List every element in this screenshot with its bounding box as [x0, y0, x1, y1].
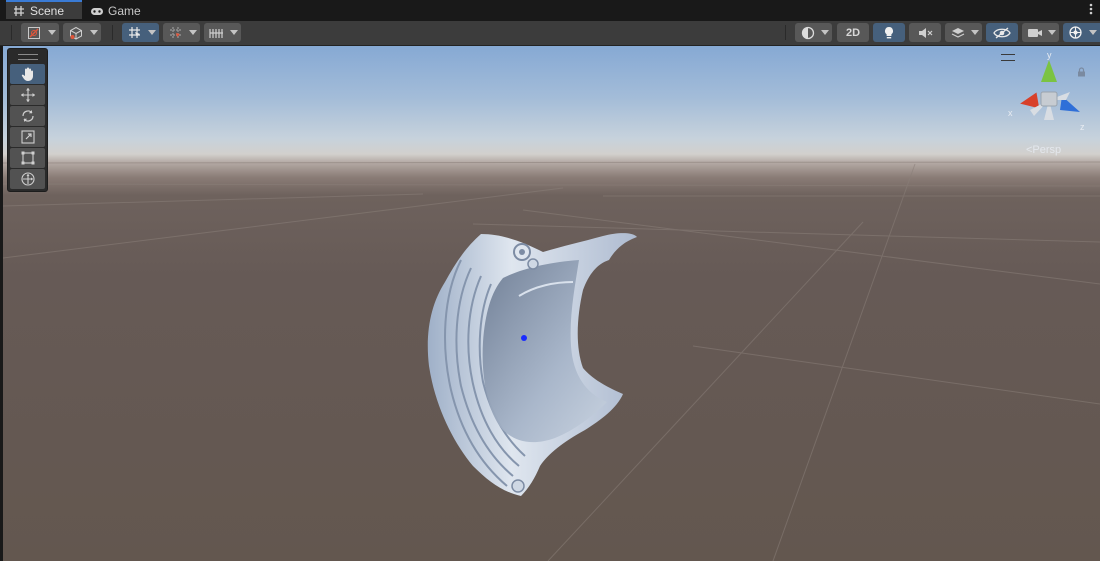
mesh-model[interactable] — [3, 46, 1100, 561]
lighting-toggle[interactable] — [873, 23, 905, 42]
move-tool-button[interactable] — [10, 85, 45, 105]
hand-icon — [21, 67, 33, 81]
grid-snap-icon — [129, 27, 140, 38]
increment-snap-dropdown[interactable] — [163, 23, 200, 42]
snap-increment-icon — [170, 27, 181, 38]
more-options-icon[interactable] — [1086, 2, 1096, 18]
ruler-dropdown[interactable] — [204, 23, 241, 42]
shading-dropdown[interactable] — [795, 23, 832, 42]
unity-scene-editor: Scene Game 2D y x z <Persp — [0, 0, 1100, 561]
projection-label[interactable]: <Persp — [1026, 144, 1061, 156]
rotate-icon — [21, 110, 34, 122]
gizmo-y-label: y — [1047, 52, 1052, 60]
scale-icon — [20, 130, 35, 144]
hand-tool-button[interactable] — [10, 64, 45, 84]
sphere-icon — [801, 26, 814, 39]
gamepad-icon — [90, 4, 104, 18]
gizmo-globe-icon — [1069, 26, 1082, 39]
rect-tool-button[interactable] — [10, 148, 45, 168]
scene-viewport[interactable] — [3, 46, 1100, 561]
scene-toolbar: 2D — [0, 21, 1100, 46]
render-mode-dropdown[interactable] — [63, 23, 101, 42]
tab-scene[interactable]: Scene — [6, 0, 82, 19]
gizmo-z-label: z — [1080, 122, 1085, 132]
layers-icon — [951, 27, 964, 38]
camera-dropdown[interactable] — [1022, 23, 1059, 42]
move-icon — [20, 88, 35, 102]
audio-toggle[interactable] — [909, 23, 941, 42]
toolbar-separator — [11, 25, 12, 40]
draw-mode-dropdown[interactable] — [21, 23, 59, 42]
tab-scene-label: Scene — [30, 3, 65, 18]
ruler-icon — [208, 28, 223, 38]
tool-palette — [7, 48, 48, 192]
gizmo-x-label: x — [1008, 108, 1013, 118]
toolbar-separator — [112, 25, 113, 40]
rect-transform-icon — [21, 151, 34, 165]
cube-icon — [70, 26, 82, 40]
lightbulb-icon — [885, 26, 893, 38]
hidden-objects-toggle[interactable] — [986, 23, 1018, 42]
rotate-tool-button[interactable] — [10, 106, 45, 126]
two-d-label: 2D — [845, 26, 861, 39]
mute-icon — [919, 27, 933, 38]
transform-tool-button[interactable] — [10, 169, 45, 189]
eye-hidden-icon — [993, 27, 1011, 38]
tab-bar: Scene Game — [0, 0, 1100, 22]
grid-snap-toggle[interactable] — [122, 23, 159, 42]
effects-dropdown[interactable] — [945, 23, 982, 42]
palette-grip[interactable] — [18, 54, 38, 60]
grid-icon — [12, 4, 26, 18]
transform-icon — [20, 172, 35, 186]
camera-icon — [1027, 28, 1042, 37]
toolbar-separator — [785, 25, 786, 40]
tab-game[interactable]: Game — [86, 0, 156, 21]
shading-mode-icon — [28, 26, 40, 39]
tab-game-label: Game — [108, 3, 141, 18]
two-d-toggle[interactable]: 2D — [837, 23, 869, 42]
gizmos-dropdown[interactable] — [1063, 23, 1100, 42]
scale-tool-button[interactable] — [10, 127, 45, 147]
